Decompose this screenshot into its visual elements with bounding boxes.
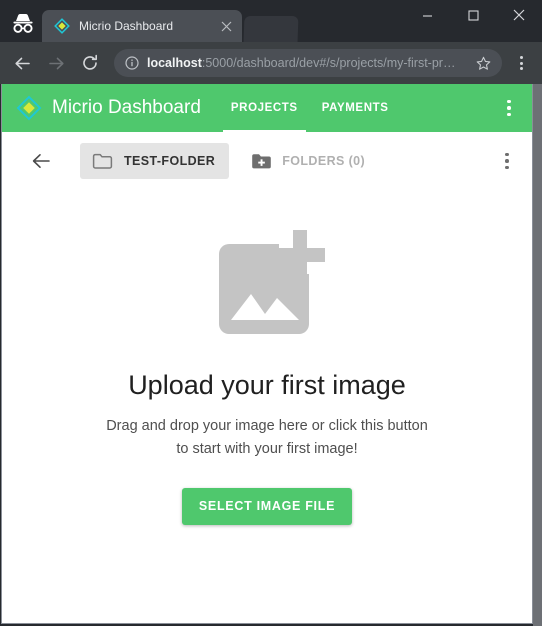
url-path: :5000/dashboard/dev#/s/projects/my-first… (201, 56, 456, 70)
bookmark-star-icon[interactable] (474, 56, 492, 71)
browser-title-bar: Micrio Dashboard (0, 0, 542, 42)
address-bar[interactable]: localhost:5000/dashboard/dev#/s/projects… (114, 49, 502, 77)
maximize-icon[interactable] (450, 0, 496, 30)
empty-state: Upload your first image Drag and drop yo… (2, 190, 532, 623)
browser-kebab-menu-icon[interactable] (508, 49, 534, 77)
folder-back-arrow-icon[interactable] (26, 146, 56, 176)
micrio-diamond-favicon (54, 18, 70, 34)
tab-close-icon[interactable] (218, 18, 234, 34)
tab-projects-label: PROJECTS (230, 102, 298, 114)
empty-state-description: Drag and drop your image here or click t… (106, 418, 428, 458)
tab-payments[interactable]: PAYMENTS (310, 84, 401, 132)
browser-window: Micrio Dashboard localhost:5000/dashboar… (0, 0, 542, 626)
forward-arrow-icon (42, 49, 70, 77)
browser-nav-bar: localhost:5000/dashboard/dev#/s/projects… (0, 42, 542, 84)
window-right-edge (533, 84, 542, 626)
add-photo-icon (207, 226, 327, 346)
app-title: Micrio Dashboard (52, 97, 201, 118)
app-kebab-menu-icon[interactable] (494, 88, 524, 128)
folder-toolbar-kebab-menu-icon[interactable] (492, 143, 522, 179)
viewport-wrapper: Micrio Dashboard PROJECTS PAYMENTS TEST-… (0, 84, 542, 626)
app-header: Micrio Dashboard PROJECTS PAYMENTS (2, 84, 532, 132)
minimize-icon[interactable] (404, 0, 450, 30)
page-viewport: Micrio Dashboard PROJECTS PAYMENTS TEST-… (1, 84, 533, 624)
reload-icon[interactable] (76, 49, 104, 77)
folder-toolbar: TEST-FOLDER FOLDERS (0) (2, 132, 532, 190)
folder-add-icon (251, 152, 272, 170)
folders-button-label: FOLDERS (0) (282, 154, 366, 168)
tab-payments-label: PAYMENTS (321, 102, 389, 114)
select-image-file-button[interactable]: SELECT IMAGE FILE (181, 487, 353, 525)
close-icon[interactable] (496, 0, 542, 30)
back-arrow-icon[interactable] (8, 49, 36, 77)
micrio-diamond-logo (16, 95, 42, 121)
tab-projects[interactable]: PROJECTS (219, 84, 310, 132)
current-folder-label: TEST-FOLDER (124, 154, 216, 168)
browser-tab-title: Micrio Dashboard (79, 19, 174, 33)
url-host: localhost (147, 56, 202, 70)
page-info-icon[interactable] (124, 55, 140, 71)
current-folder-chip[interactable]: TEST-FOLDER (80, 143, 230, 179)
tab-strip-filler (243, 16, 299, 42)
browser-tab-micrio-dashboard[interactable]: Micrio Dashboard (42, 10, 242, 42)
address-bar-url: localhost:5000/dashboard/dev#/s/projects… (147, 56, 468, 70)
empty-state-heading: Upload your first image (128, 370, 406, 400)
app-tab-bar: PROJECTS PAYMENTS (219, 84, 494, 132)
window-controls (404, 0, 542, 30)
folder-outline-icon (92, 152, 113, 170)
incognito-icon (6, 6, 40, 40)
folders-button[interactable]: FOLDERS (0) (241, 143, 375, 179)
